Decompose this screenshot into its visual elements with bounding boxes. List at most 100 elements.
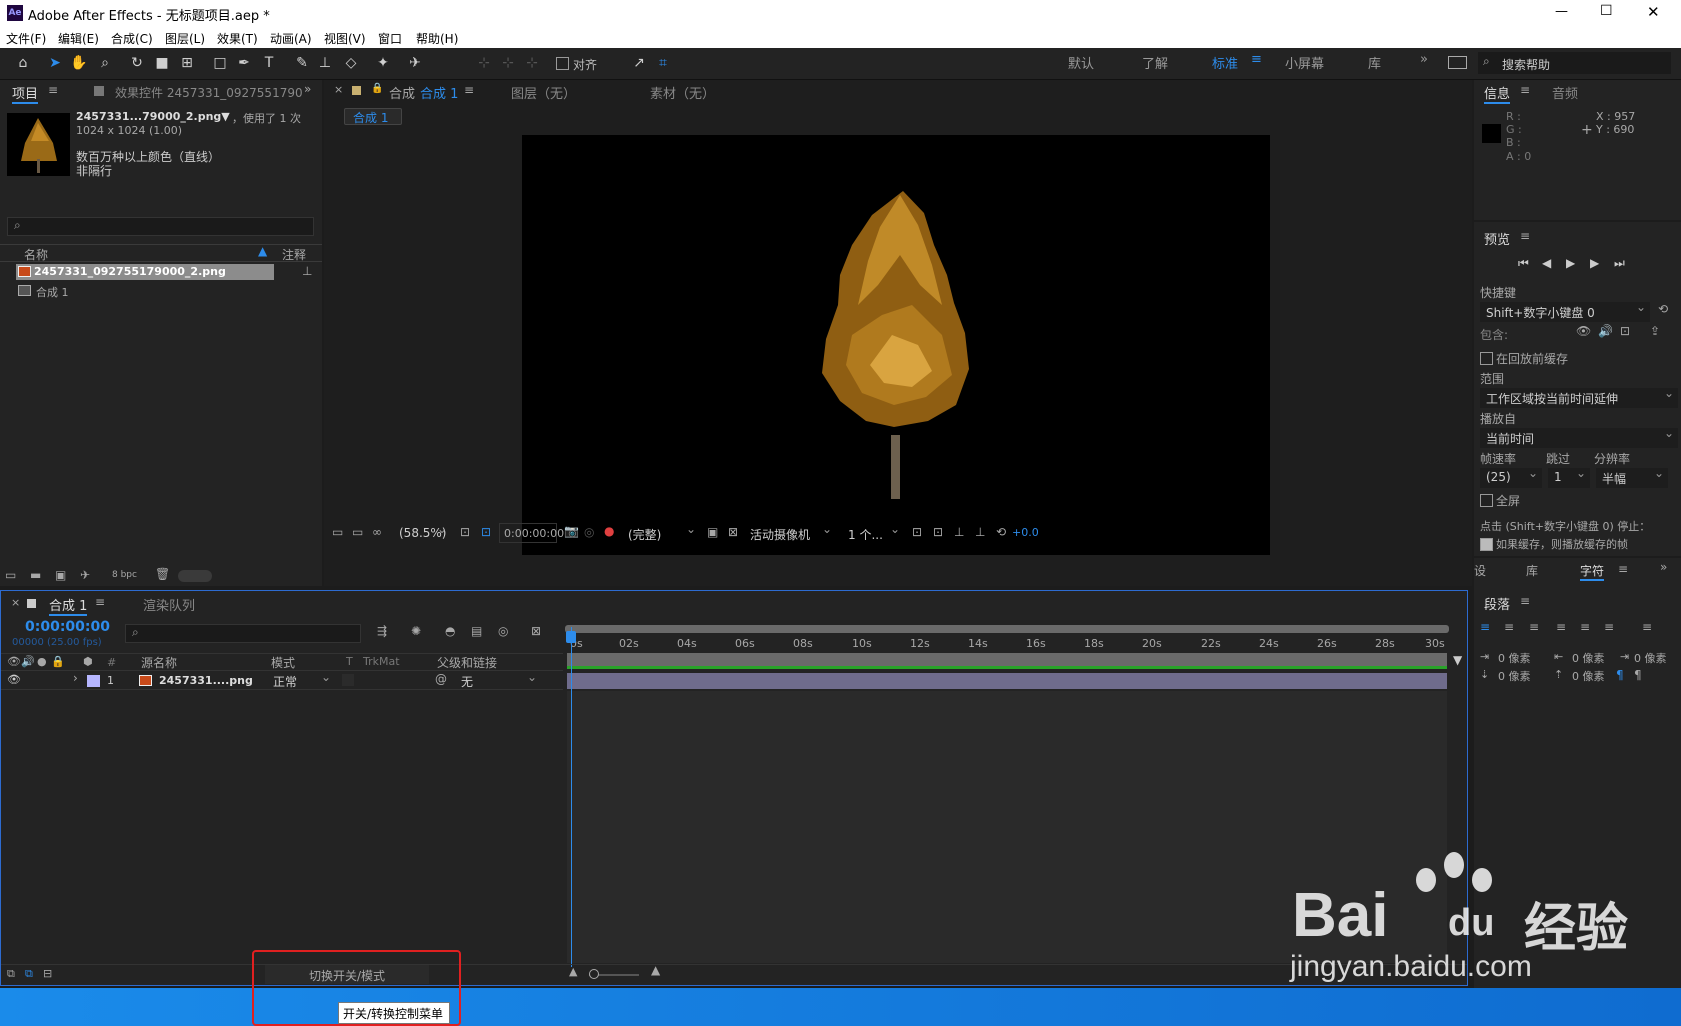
- playhead-handle[interactable]: [566, 631, 576, 643]
- world-axis-icon[interactable]: ⊹: [497, 52, 519, 74]
- prev-frame-icon[interactable]: ◀: [1542, 256, 1551, 270]
- snap-icon[interactable]: ↗: [628, 52, 650, 74]
- rtl-icon[interactable]: ¶: [1634, 668, 1642, 682]
- minimize-icon[interactable]: —: [1555, 4, 1568, 19]
- playhead-line[interactable]: [571, 627, 572, 967]
- comp-mini-flowchart-icon[interactable]: ⇶: [377, 624, 387, 638]
- region-icon[interactable]: ⊡: [481, 525, 491, 539]
- shortcut-dropdown[interactable]: Shift+数字小键盘 0: [1480, 300, 1650, 322]
- workspace-library[interactable]: 库: [1368, 53, 1381, 72]
- menu-window[interactable]: 窗口: [378, 30, 402, 47]
- views-dropdown[interactable]: 1 个...: [842, 522, 904, 544]
- expand-arrow-icon[interactable]: ›: [73, 671, 78, 685]
- comp-breadcrumb-chip[interactable]: 合成 1: [344, 108, 402, 125]
- motion-blur-icon[interactable]: ◎: [498, 624, 508, 638]
- home-icon[interactable]: ⌂: [12, 52, 34, 74]
- zoom-in-icon[interactable]: ▲: [651, 963, 660, 977]
- frame-blending-icon[interactable]: ▤: [471, 624, 482, 638]
- puppet-tool-icon[interactable]: ✈: [404, 52, 426, 74]
- layer-name[interactable]: 2457331....png: [159, 674, 253, 687]
- comp-menu-icon[interactable]: ≡: [464, 83, 474, 97]
- timeline-search-input[interactable]: ⌕: [125, 624, 361, 643]
- menu-layer[interactable]: 图层(L): [165, 30, 205, 47]
- work-area-track[interactable]: [567, 653, 1447, 669]
- workspace-standard[interactable]: 标准: [1212, 53, 1238, 72]
- tab-character[interactable]: 字符: [1580, 562, 1605, 581]
- tab-layer[interactable]: 图层（无）: [511, 83, 576, 102]
- always-preview-icon[interactable]: ▭: [332, 525, 343, 539]
- menu-file[interactable]: 文件(F): [6, 30, 46, 47]
- char-menu-icon[interactable]: ≡: [1618, 562, 1628, 576]
- view-axis-icon[interactable]: ⊹: [521, 52, 543, 74]
- fit-icon[interactable]: ⊡: [460, 525, 470, 539]
- search-help-box[interactable]: ⌕ 搜索帮助: [1478, 52, 1671, 74]
- play-from-dropdown[interactable]: 当前时间: [1480, 426, 1678, 448]
- first-frame-icon[interactable]: ⏮: [1518, 256, 1529, 271]
- layer-switches-icon[interactable]: ⧉: [7, 967, 15, 981]
- transparency-grid-icon[interactable]: ⊠: [728, 525, 738, 539]
- pan-behind-tool-icon[interactable]: ⊞: [176, 52, 198, 74]
- shy-icon[interactable]: ◓: [445, 624, 455, 638]
- col-comment[interactable]: 注释: [282, 246, 306, 263]
- timeline-menu-icon[interactable]: ≡: [95, 595, 105, 609]
- next-frame-icon[interactable]: ▶: [1590, 256, 1599, 270]
- camera-tool-icon[interactable]: ■: [151, 52, 173, 74]
- project-menu-icon[interactable]: ≡: [48, 83, 58, 97]
- tab-composition[interactable]: 合成: [389, 83, 415, 102]
- timeline-icon[interactable]: ⊥: [954, 525, 964, 539]
- project-search-input[interactable]: ⌕: [7, 217, 314, 236]
- align-right-icon[interactable]: ≡: [1529, 620, 1539, 634]
- tab-timeline-comp[interactable]: 合成 1: [49, 595, 88, 616]
- pen-tool-icon[interactable]: ✒: [233, 52, 255, 74]
- current-time-field[interactable]: 0:00:00:00: [499, 523, 564, 543]
- roi-icon[interactable]: ▣: [707, 525, 718, 539]
- roto-brush-tool-icon[interactable]: ✦: [372, 52, 394, 74]
- workspace-icon[interactable]: [1448, 56, 1467, 69]
- exposure-value[interactable]: +0.0: [1012, 526, 1039, 539]
- layer-duration-bar[interactable]: [567, 673, 1447, 689]
- menu-composition[interactable]: 合成(C): [111, 30, 153, 47]
- close-icon[interactable]: ×: [11, 596, 20, 609]
- skip-dropdown[interactable]: 1: [1548, 466, 1590, 488]
- snapshot-icon[interactable]: 📷: [564, 524, 579, 538]
- col-parent[interactable]: 父级和链接: [437, 654, 497, 671]
- menu-effect[interactable]: 效果(T): [217, 30, 258, 47]
- tab-composition-name[interactable]: 合成 1: [420, 83, 458, 102]
- justify-center-icon[interactable]: ≡: [1580, 620, 1590, 634]
- space-before-value[interactable]: 0 像素: [1498, 668, 1531, 684]
- sort-icon[interactable]: ▲: [258, 244, 267, 258]
- close-icon[interactable]: ✕: [1647, 3, 1660, 21]
- justify-left-icon[interactable]: ≡: [1556, 620, 1566, 634]
- last-frame-icon[interactable]: ⏭: [1614, 256, 1625, 271]
- workspace-menu-icon[interactable]: ≡: [1251, 52, 1262, 67]
- tab-library[interactable]: 库: [1526, 562, 1538, 579]
- zoom-out-icon[interactable]: ▲: [569, 965, 577, 978]
- layer-parent-dropdown[interactable]: 无: [457, 670, 541, 689]
- type-tool-icon[interactable]: T: [258, 52, 280, 74]
- tab-settings[interactable]: 设: [1474, 562, 1486, 579]
- reset-icon[interactable]: ⟲: [1658, 302, 1668, 316]
- channel-icon[interactable]: ●: [604, 524, 614, 538]
- new-comp-icon[interactable]: ▣: [55, 568, 66, 582]
- layer-row[interactable]: 👁 › 1 2457331....png 正常 @ 无: [1, 670, 563, 690]
- fullscreen-checkbox[interactable]: [1480, 494, 1493, 507]
- rotate-tool-icon[interactable]: ↻: [126, 52, 148, 74]
- vr-icon[interactable]: ∞: [372, 525, 382, 539]
- indent-first-value[interactable]: 0 像素: [1634, 650, 1667, 666]
- trkmat-box[interactable]: [342, 674, 354, 686]
- info-menu-icon[interactable]: ≡: [1520, 83, 1530, 97]
- col-name[interactable]: 名称: [24, 246, 48, 263]
- play-icon[interactable]: ▶: [1566, 256, 1575, 270]
- rectangle-tool-icon[interactable]: □: [209, 52, 231, 74]
- bpc-button[interactable]: 8 bpc: [112, 570, 137, 580]
- tab-info[interactable]: 信息: [1484, 83, 1511, 104]
- graph-editor-icon[interactable]: ⊠: [531, 624, 541, 638]
- align-center-icon[interactable]: ≡: [1504, 620, 1514, 634]
- tab-audio[interactable]: 音频: [1552, 83, 1578, 102]
- indent-left-value[interactable]: 0 像素: [1498, 650, 1531, 666]
- justify-all-icon[interactable]: ≡: [1642, 620, 1652, 634]
- align-left-icon[interactable]: ≡: [1480, 620, 1490, 634]
- timeline-timecode[interactable]: 0:00:00:00: [25, 619, 110, 635]
- menu-edit[interactable]: 编辑(E): [58, 30, 99, 47]
- range-dropdown[interactable]: 工作区域按当前时间延伸: [1480, 386, 1678, 408]
